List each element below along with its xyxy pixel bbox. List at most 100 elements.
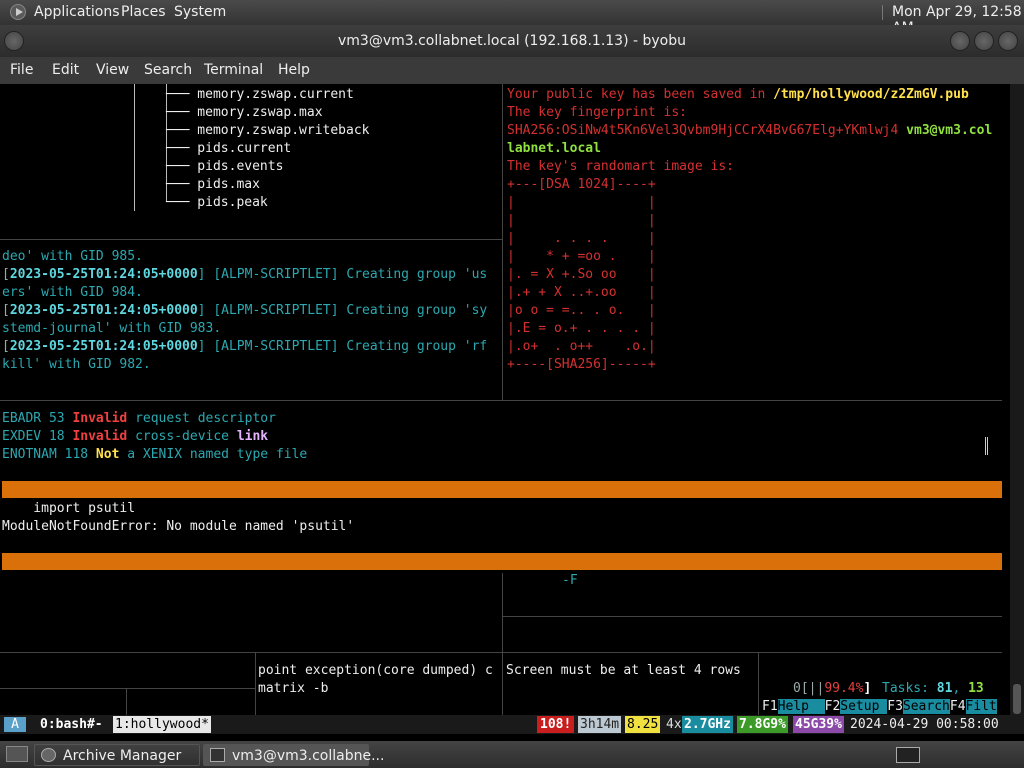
menu-file[interactable]: File [10,62,33,78]
scrollbar-thumb[interactable] [1013,684,1021,714]
python-error-line: ModuleNotFoundError: No module named 'ps… [2,519,355,534]
tree-item: ─── pids.peak [166,195,268,210]
mouse-ibeam-cursor [985,437,988,455]
disk-usage: 45G39% [793,716,844,733]
pane-divider [502,573,503,653]
load-average: 8.25 [625,716,661,733]
pane-divider [0,688,255,689]
pane-divider [255,653,256,715]
show-desktop-icon[interactable] [6,746,28,762]
terminal-line: +---[DSA 1024]----+ [507,177,656,192]
pane-divider [0,239,502,240]
terminal-line: stemd-journal' with GID 983. [2,321,222,336]
matrix-line: matrix -b [258,681,329,696]
terminal-line: | | [507,195,656,210]
pane-divider [502,653,503,715]
screen-size-message: Screen must be at least 4 rows [506,663,741,678]
taskbar-archive-manager[interactable]: Archive Manager [34,744,200,766]
htop-fkey[interactable]: F2 [825,699,841,714]
terminal-line: [2023-05-25T01:24:05+0000] [ALPM-SCRIPTL… [2,339,488,354]
menu-view[interactable]: View [96,62,129,78]
menu-help[interactable]: Help [278,62,310,78]
htop-fkey-label[interactable]: Filt [965,699,997,714]
pane-divider [502,84,503,400]
htop-fkey[interactable]: F4 [950,699,966,714]
memory-usage: 7.8G9% [737,716,788,733]
minimize-button[interactable] [950,31,970,51]
terminal-line: ers' with GID 984. [2,285,143,300]
terminal-line: |o o = =.. . o. | [507,303,656,318]
htop-fkey-label[interactable]: Search [902,699,950,714]
terminal-line: ENOTNAM 118 Not a XENIX named type file [2,447,308,462]
window-tab-1-active[interactable]: 1:hollywood* [113,716,211,733]
distro-logo-icon[interactable] [10,4,26,20]
python-highlight-bar [2,553,1002,570]
htop-tasks-running: 13 [968,681,984,696]
terminal-line: +----[SHA256]-----+ [507,357,656,372]
python-line: import psutil [2,501,136,516]
tree-item: ─── memory.zswap.current [166,87,354,102]
terminal-line: SHA256:OSiNw4t5Kn6Vel3Qvbm9HjCCrX4BvG67E… [507,123,993,138]
terminal-line: kill' with GID 982. [2,357,151,372]
core-dump-line: point exception(core dumped) c [258,663,493,678]
terminal-icon [210,748,225,762]
tree-item: ─── pids.max [166,177,260,192]
terminal-scrollbar[interactable] [1010,84,1024,715]
taskbar-terminal[interactable]: vm3@vm3.collabne... [203,744,384,766]
panel-separator [882,5,883,20]
byobu-logo: A [4,717,26,732]
terminal-line: EXDEV 18 Invalid cross-device link [2,429,269,444]
python-highlight-bar [2,481,1002,498]
terminal-line: | | [507,213,656,228]
terminal-line: deo' with GID 985. [2,249,143,264]
window-tab-0[interactable]: 0:bash#- [40,716,103,733]
terminal-area[interactable]: ─── memory.zswap.current ─── memory.zswap… [0,84,1010,715]
uptime: 3h14m [578,716,622,733]
places-menu[interactable]: Places [121,4,166,20]
tree-item: ─── memory.zswap.writeback [166,123,370,138]
terminal-line: |.+ + X ..+.oo | [507,285,656,300]
pane-divider [0,400,1002,401]
terminal-line: | * + =oo . | [507,249,656,264]
window-titlebar[interactable]: vm3@vm3.collabnet.local (192.168.1.13) -… [0,25,1024,57]
terminal-line: The key fingerprint is: [507,105,688,120]
taskbar-item-label: Archive Manager [63,748,182,764]
top-panel: Applications Places System Mon Apr 29, 1… [0,0,1024,36]
cpu-count: 4x [666,717,682,732]
system-menu[interactable]: System [174,4,226,20]
terminal-line: |.o+ . o++ .o.| [507,339,656,354]
pane-divider [0,652,1002,653]
htop-cpu-bar: 0[|| [793,681,825,696]
menu-edit[interactable]: Edit [52,62,79,78]
pane-divider [758,653,759,715]
tree-item: ─── pids.current [166,141,292,156]
menu-terminal[interactable]: Terminal [204,62,263,78]
htop-fkey-label[interactable]: Help [777,699,825,714]
pane-f-text: -F [562,573,578,588]
menu-search[interactable]: Search [144,62,192,78]
terminal-line: The key's randomart image is: [507,159,734,174]
taskbar-item-label: vm3@vm3.collabne... [232,748,385,764]
tree-item: ─── pids.events [166,159,284,174]
cpu-frequency: 2.7GHz [682,716,733,733]
tree-item: ─── memory.zswap.max [166,105,323,120]
htop-fkey[interactable]: F1 [762,699,778,714]
htop-fkey[interactable]: F3 [887,699,903,714]
maximize-button[interactable] [974,31,994,51]
close-button[interactable] [998,31,1018,51]
terminal-line: Your public key has been saved in /tmp/h… [507,87,969,102]
bottom-taskbar: Archive Manager vm3@vm3.collabne... [0,741,1024,768]
tree-trunk [134,84,135,211]
updates-available: 108! [537,716,575,733]
applications-menu[interactable]: Applications [34,4,120,20]
terminal-line: |. = X +.So oo | [507,267,656,282]
terminal-line: EBADR 53 Invalid request descriptor [2,411,276,426]
terminal-menubar: File Edit View Search Terminal Help [0,57,1024,84]
archive-manager-icon [41,748,56,762]
htop-tasks-label: Tasks: [882,681,929,696]
terminal-line: | . . . . | [507,231,656,246]
htop-cpu-value: 99.4% [824,681,864,696]
workspace-switcher[interactable] [896,747,920,763]
terminal-line: [2023-05-25T01:24:05+0000] [ALPM-SCRIPTL… [2,267,488,282]
htop-fkey-label[interactable]: Setup [840,699,888,714]
